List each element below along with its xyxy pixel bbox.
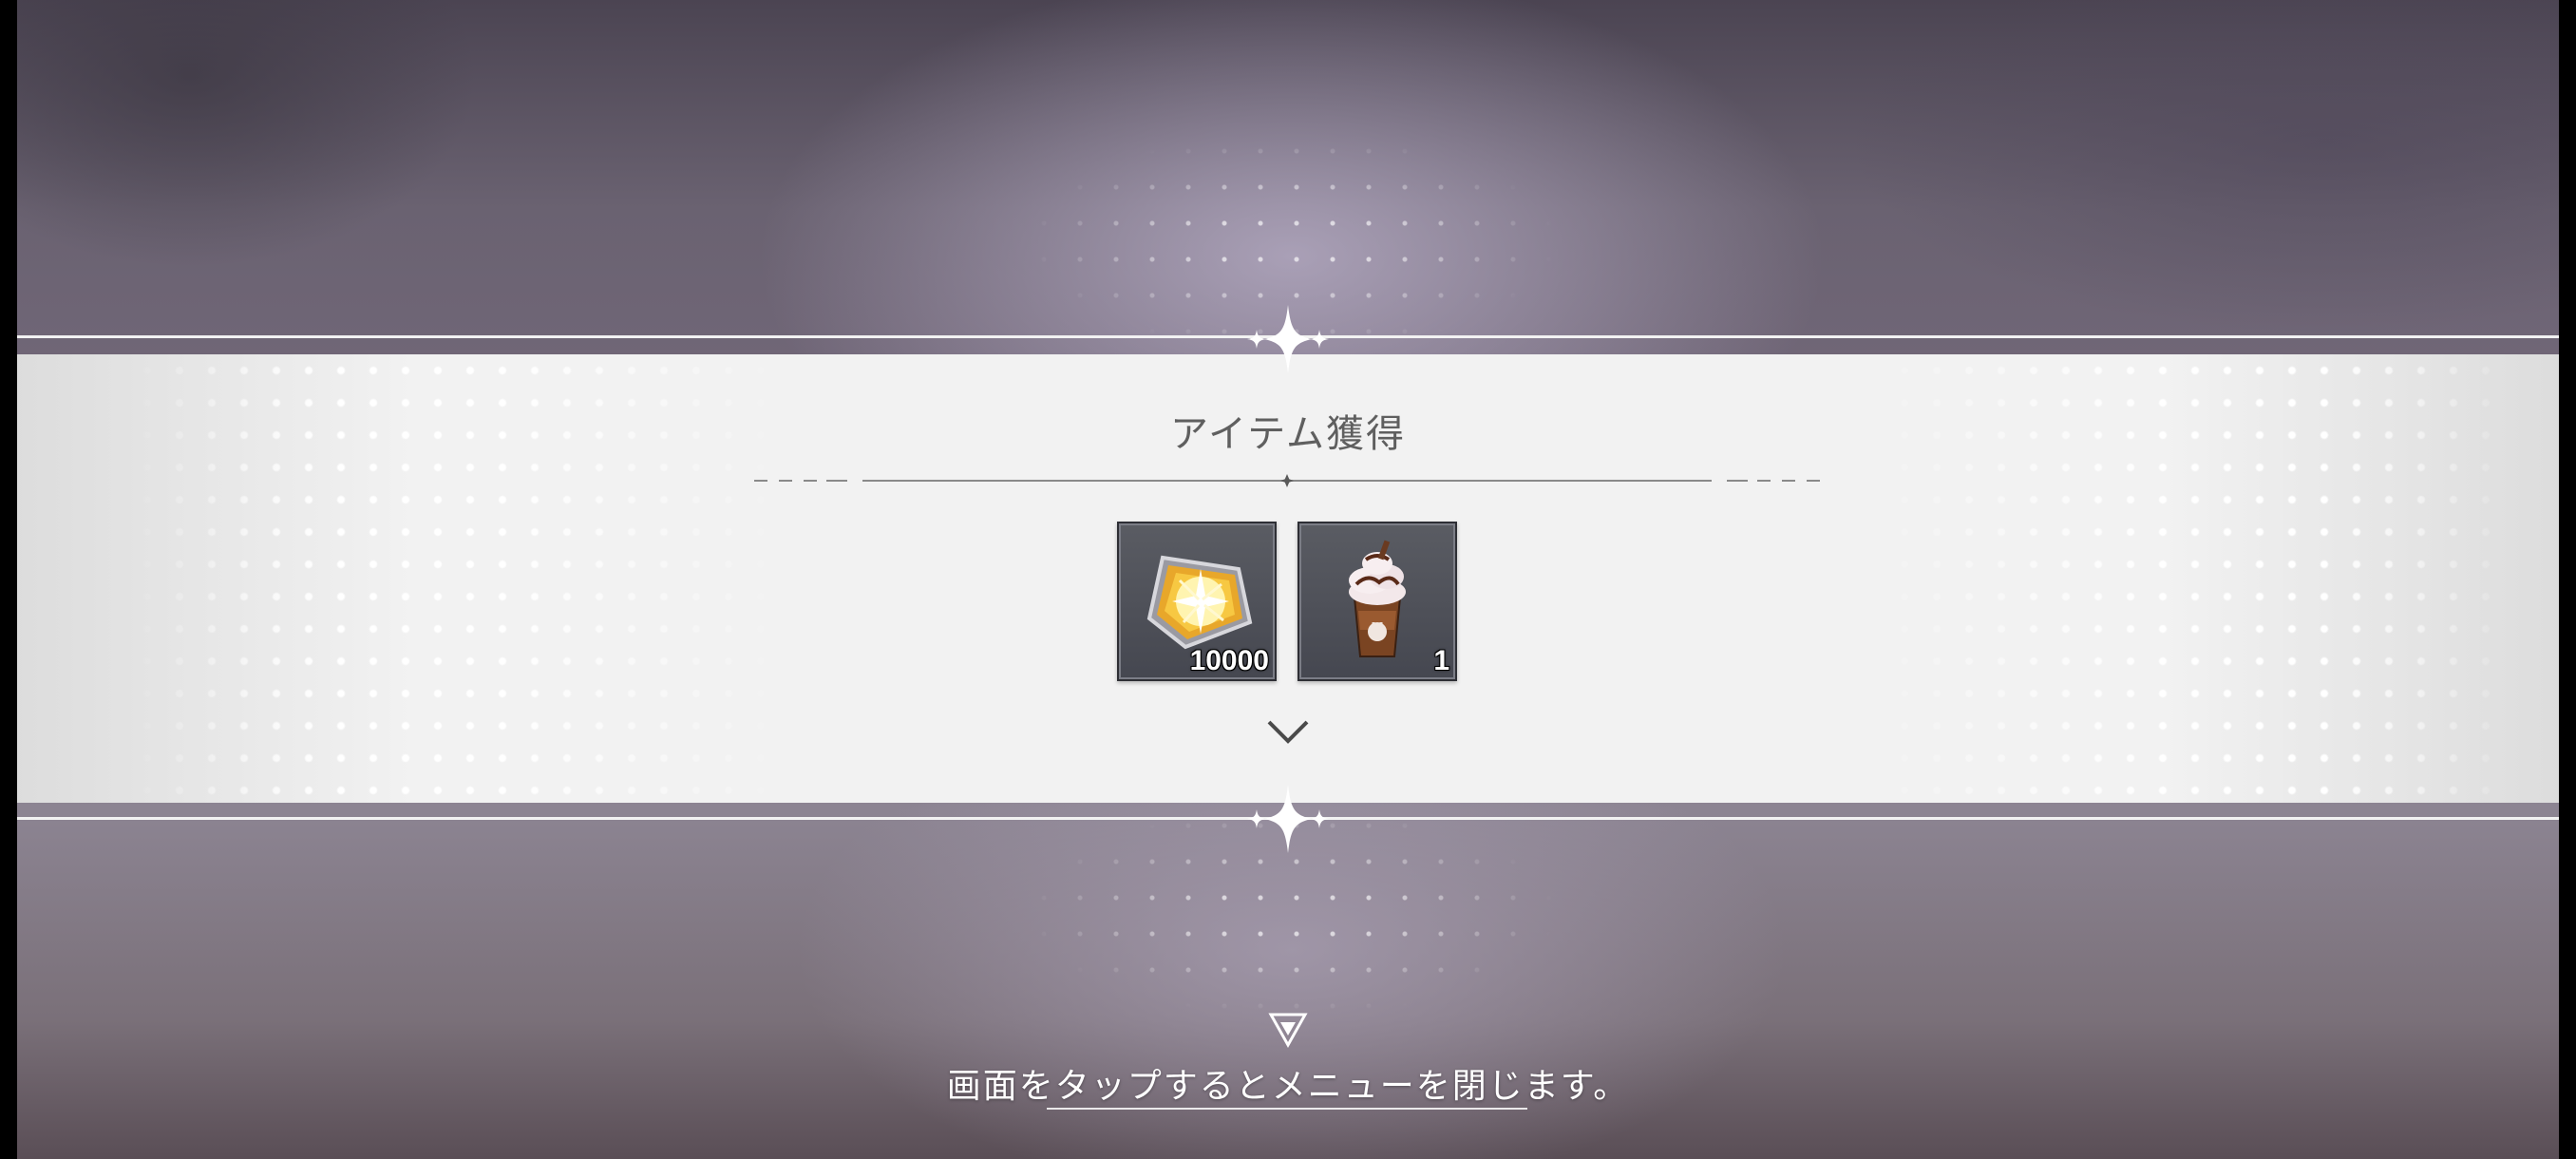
chevron-down-icon[interactable] bbox=[1265, 716, 1311, 745]
hint-underline bbox=[1047, 1108, 1527, 1110]
panel-sparkle-pattern-left bbox=[131, 354, 796, 803]
letterbox-left bbox=[0, 0, 17, 1159]
title-divider bbox=[754, 474, 1820, 487]
dialog-title: アイテム獲得 bbox=[1170, 412, 1406, 456]
item-count: 1 bbox=[1433, 645, 1449, 676]
tap-indicator-triangle-icon bbox=[1268, 1013, 1308, 1049]
item-slot-drink[interactable]: 1 bbox=[1297, 522, 1457, 681]
letterbox-right bbox=[2559, 0, 2576, 1159]
star-ornament-bottom-icon bbox=[1247, 785, 1329, 853]
chocolate-frappe-drink-icon bbox=[1349, 540, 1406, 657]
star-ornament-top-icon bbox=[1247, 305, 1329, 373]
panel-sparkle-pattern-right bbox=[1856, 354, 2521, 803]
reward-screen[interactable]: アイテム獲得 10000 1 画面をタップするとメニューを閉じます。 bbox=[0, 0, 2576, 1159]
acquired-items-list: 10000 1 bbox=[1117, 522, 1459, 683]
gold-gem-crystal-icon bbox=[1146, 555, 1253, 650]
close-menu-hint: 画面をタップするとメニューを閉じます。 bbox=[946, 1067, 1630, 1106]
item-slot-gem[interactable]: 10000 bbox=[1117, 522, 1277, 681]
item-count: 10000 bbox=[1189, 645, 1269, 676]
